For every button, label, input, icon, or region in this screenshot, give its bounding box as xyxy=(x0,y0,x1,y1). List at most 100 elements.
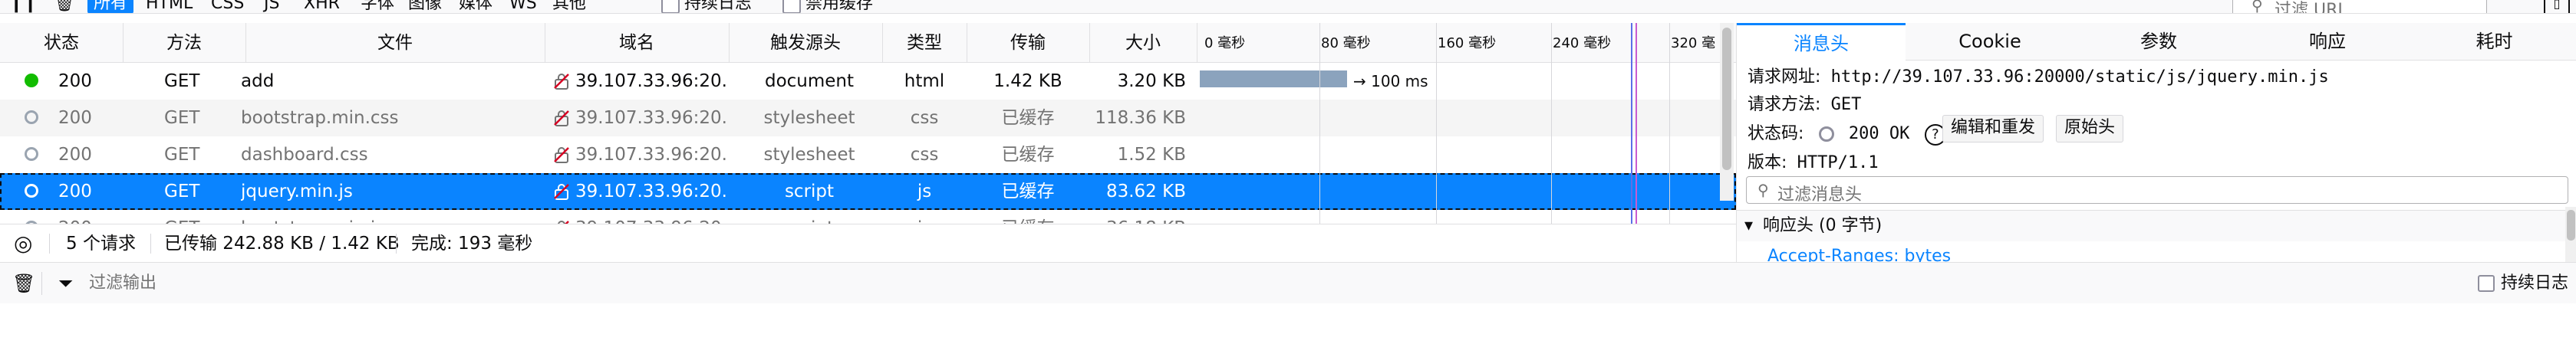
col-domain[interactable]: 域名 xyxy=(545,23,730,63)
console-filter-input[interactable]: 过滤输出 xyxy=(89,263,156,304)
request-row[interactable]: 200 GET dashboard.css 39.107.33.96:20... sty… xyxy=(0,136,1736,173)
divider xyxy=(396,234,397,254)
transferred-summary: 已传输 242.88 KB / 1.42 KB xyxy=(164,234,400,254)
insecure-lock-icon xyxy=(554,74,569,90)
filter-tab-html[interactable]: HTML xyxy=(146,0,193,13)
filter-tab-xhr[interactable]: XHR xyxy=(304,0,340,13)
filter-icon: ⚲ xyxy=(2252,0,2263,14)
insecure-lock-icon xyxy=(554,147,569,163)
waterfall-tick: 0 毫秒 xyxy=(1204,35,1246,51)
filter-tab-images[interactable]: 图像 xyxy=(408,0,442,13)
cell-domain: 39.107.33.96:20... xyxy=(575,210,729,224)
cell-size: 1.52 KB xyxy=(1117,145,1186,165)
divider xyxy=(41,272,42,295)
network-summary-bar: ◎ 5 个请求 已传输 242.88 KB / 1.42 KB 完成: 193 … xyxy=(0,224,1736,262)
edit-resend-button[interactable]: 编辑和重发 xyxy=(1942,115,2044,142)
disable-cache-checkbox[interactable] xyxy=(782,0,801,13)
scroll-thumb[interactable] xyxy=(2567,210,2575,241)
tick-line xyxy=(1319,23,1320,63)
cell-file: jquery.min.js xyxy=(241,182,353,201)
cell-size: 36.18 KB xyxy=(1089,210,1197,224)
persist-logs-label: 持续日志 xyxy=(684,0,753,13)
col-cause[interactable]: 触发源头 xyxy=(729,23,883,63)
request-row[interactable]: 200 GET bootstrap.min.css 39.107.33.96:20..… xyxy=(0,100,1736,136)
finish-time: 完成: 193 毫秒 xyxy=(411,234,533,254)
col-type[interactable]: 类型 xyxy=(882,23,967,63)
tab-timings[interactable]: 耗时 xyxy=(2412,23,2576,60)
col-file[interactable]: 文件 xyxy=(245,23,545,63)
cell-method: GET xyxy=(164,145,200,165)
cell-type: js xyxy=(917,182,932,201)
filter-tab-media[interactable]: 媒体 xyxy=(459,0,492,13)
insecure-lock-icon xyxy=(554,184,569,200)
tab-response[interactable]: 响应 xyxy=(2243,23,2412,60)
response-headers-section[interactable]: ▾ 响应头 (0 字节) xyxy=(1737,210,2565,241)
waterfall-tick: 160 毫秒 xyxy=(1438,35,1497,51)
panel-toggle-icon[interactable]: ▯ xyxy=(2544,0,2570,13)
filter-tab-ws[interactable]: WS xyxy=(509,0,537,13)
waterfall-tick: 240 毫秒 xyxy=(1553,35,1612,51)
request-row[interactable]: 200 GETbootstrap.min.js 39.107.33.96:20...… xyxy=(0,210,1736,224)
persist-logs-label: 持续日志 xyxy=(2501,273,2569,293)
filter-tab-fonts[interactable]: 字体 xyxy=(361,0,394,13)
persist-logs-checkbox[interactable] xyxy=(661,0,680,13)
cell-type: js xyxy=(882,210,967,224)
cell-method: GET xyxy=(164,71,200,91)
cell-transferred: 已缓存 xyxy=(1001,145,1055,165)
request-method-line: 请求方法: GET xyxy=(1748,90,1861,115)
status-indicator-icon xyxy=(25,147,38,161)
cell-file: bootstrap.min.js xyxy=(241,210,540,224)
divider xyxy=(49,234,50,254)
cell-domain: 39.107.33.96:20... xyxy=(575,108,729,128)
cell-transferred: 已缓存 xyxy=(1001,108,1055,128)
col-method[interactable]: 方法 xyxy=(123,23,246,63)
col-status[interactable]: 状态 xyxy=(0,23,124,63)
chevron-down-icon: ▾ xyxy=(1744,216,1754,235)
cell-cause: stylesheet xyxy=(763,145,855,165)
persist-logs-checkbox[interactable] xyxy=(2478,275,2495,292)
cell-size: 83.62 KB xyxy=(1105,182,1186,201)
load-marker xyxy=(1636,23,1637,224)
performance-analysis-icon[interactable]: ◎ xyxy=(14,224,32,263)
request-row[interactable]: 200 GET jquery.min.js 39.107.33.96:20... scr… xyxy=(0,173,1736,210)
request-row[interactable]: 200 GET add 39.107.33.96:20... document html 1… xyxy=(0,63,1736,100)
filter-headers-input[interactable]: ⚲ 过滤消息头 xyxy=(1746,176,2568,205)
waterfall-tick: 320 毫 xyxy=(1671,35,1716,51)
pause-icon[interactable]: ❙❙ xyxy=(9,0,38,13)
trash-icon[interactable]: 🗑 xyxy=(12,263,35,304)
filter-tab-css[interactable]: CSS xyxy=(211,0,244,13)
status-indicator-icon xyxy=(25,74,38,87)
filter-tab-all[interactable]: 所有 xyxy=(87,0,134,13)
divider xyxy=(150,234,151,254)
filter-icon: ⏷ xyxy=(58,273,74,294)
scroll-thumb[interactable] xyxy=(1722,28,1731,170)
cell-file: add xyxy=(241,71,275,91)
waterfall-gridline xyxy=(1669,63,1670,224)
cell-status: 200 xyxy=(58,71,92,91)
http-version: HTTP/1.1 xyxy=(1797,153,1879,172)
requests-scrollbar[interactable] xyxy=(1720,23,1734,201)
cell-method: GET xyxy=(164,210,241,224)
version-label: 版本: xyxy=(1748,153,1787,172)
request-count: 5 个请求 xyxy=(66,234,136,254)
tab-params[interactable]: 参数 xyxy=(2074,23,2243,60)
raw-headers-button[interactable]: 原始头 xyxy=(2056,115,2124,142)
tick-line xyxy=(1436,23,1437,63)
filter-url-input[interactable]: ⚲ 过滤 URL xyxy=(2232,0,2487,14)
cell-transferred: 已缓存 xyxy=(967,210,1089,224)
cell-cause: stylesheet xyxy=(763,108,855,128)
cell-status: 200 xyxy=(58,210,120,224)
insecure-lock-icon xyxy=(554,110,569,126)
cell-status: 200 xyxy=(58,145,92,165)
tab-headers[interactable]: 消息头 xyxy=(1737,23,1906,62)
cell-type: css xyxy=(910,108,939,128)
details-scrollbar[interactable] xyxy=(2565,207,2576,262)
tab-cookies[interactable]: Cookie xyxy=(1906,23,2074,60)
col-size[interactable]: 大小 xyxy=(1089,23,1197,63)
trash-icon[interactable]: 🗑 xyxy=(54,0,75,13)
col-transferred[interactable]: 传输 xyxy=(967,23,1090,63)
filter-headers-placeholder: 过滤消息头 xyxy=(1777,185,1863,205)
filter-url-placeholder: 过滤 URL xyxy=(2275,1,2347,14)
filter-tab-js[interactable]: JS xyxy=(264,0,279,13)
filter-tab-other[interactable]: 其他 xyxy=(552,0,586,13)
